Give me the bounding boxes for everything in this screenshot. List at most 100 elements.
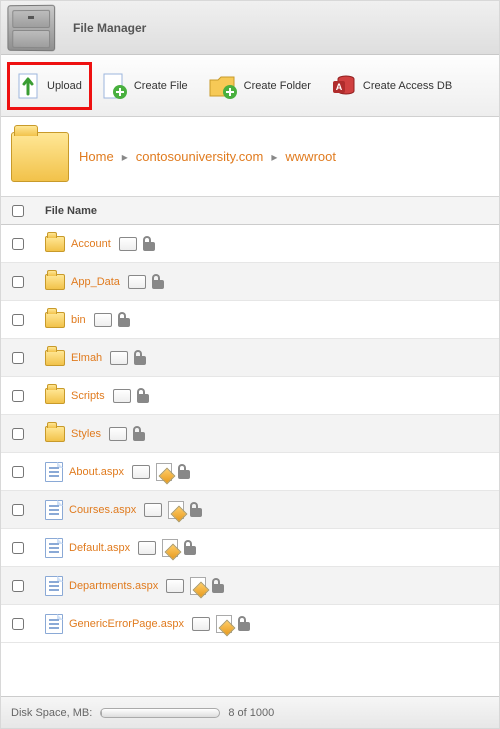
breadcrumb-wwwroot[interactable]: wwwroot bbox=[285, 149, 336, 164]
row-actions bbox=[128, 275, 164, 289]
lock-icon[interactable] bbox=[143, 237, 155, 251]
file-name-link[interactable]: Default.aspx bbox=[69, 542, 130, 554]
file-name-link[interactable]: App_Data bbox=[71, 276, 120, 288]
lock-icon[interactable] bbox=[178, 465, 190, 479]
row-filename-cell: Account bbox=[35, 236, 499, 252]
breadcrumb-row: Home ▸ contosouniversity.com ▸ wwwroot bbox=[1, 117, 499, 197]
folder-icon bbox=[45, 274, 65, 290]
file-name-link[interactable]: Scripts bbox=[71, 390, 105, 402]
breadcrumb-home[interactable]: Home bbox=[79, 149, 114, 164]
row-checkbox-cell bbox=[1, 390, 35, 402]
row-checkbox[interactable] bbox=[12, 504, 24, 516]
edit-icon[interactable] bbox=[168, 501, 184, 519]
rename-icon[interactable] bbox=[166, 579, 184, 593]
row-actions bbox=[119, 237, 155, 251]
row-filename-cell: App_Data bbox=[35, 274, 499, 290]
row-filename-cell: About.aspx bbox=[35, 462, 499, 482]
file-name-link[interactable]: Courses.aspx bbox=[69, 504, 136, 516]
row-checkbox[interactable] bbox=[12, 428, 24, 440]
row-checkbox[interactable] bbox=[12, 238, 24, 250]
select-all-checkbox[interactable] bbox=[12, 205, 24, 217]
lock-icon[interactable] bbox=[190, 503, 202, 517]
row-checkbox[interactable] bbox=[12, 276, 24, 288]
lock-icon[interactable] bbox=[137, 389, 149, 403]
edit-icon[interactable] bbox=[216, 615, 232, 633]
status-bar: Disk Space, MB: 8 of 1000 bbox=[1, 696, 499, 728]
table-row: Elmah bbox=[1, 339, 499, 377]
row-checkbox[interactable] bbox=[12, 580, 24, 592]
row-checkbox[interactable] bbox=[12, 352, 24, 364]
lock-icon[interactable] bbox=[152, 275, 164, 289]
lock-icon[interactable] bbox=[212, 579, 224, 593]
edit-icon[interactable] bbox=[162, 539, 178, 557]
column-header-filename[interactable]: File Name bbox=[35, 205, 499, 217]
lock-icon[interactable] bbox=[238, 617, 250, 631]
lock-icon[interactable] bbox=[118, 313, 130, 327]
window-title: File Manager bbox=[73, 21, 146, 35]
rename-icon[interactable] bbox=[109, 427, 127, 441]
folder-open-icon bbox=[11, 132, 69, 182]
create-access-db-button[interactable]: A Create Access DB bbox=[321, 62, 462, 110]
row-filename-cell: Elmah bbox=[35, 350, 499, 366]
breadcrumb: Home ▸ contosouniversity.com ▸ wwwroot bbox=[79, 149, 336, 164]
file-name-link[interactable]: About.aspx bbox=[69, 466, 124, 478]
file-name-link[interactable]: Elmah bbox=[71, 352, 102, 364]
row-checkbox-cell bbox=[1, 504, 35, 516]
row-filename-cell: bin bbox=[35, 312, 499, 328]
file-list: Account App_Databin Elmah Scripts Styles Abou… bbox=[1, 225, 499, 696]
row-actions bbox=[192, 615, 250, 633]
file-icon bbox=[45, 462, 63, 482]
file-icon bbox=[45, 500, 63, 520]
row-actions bbox=[113, 389, 149, 403]
folder-icon bbox=[45, 312, 65, 328]
row-checkbox[interactable] bbox=[12, 542, 24, 554]
row-checkbox[interactable] bbox=[12, 466, 24, 478]
row-checkbox-cell bbox=[1, 428, 35, 440]
row-filename-cell: Courses.aspx bbox=[35, 500, 499, 520]
row-actions bbox=[110, 351, 146, 365]
rename-icon[interactable] bbox=[94, 313, 112, 327]
file-name-link[interactable]: GenericErrorPage.aspx bbox=[69, 618, 184, 630]
rename-icon[interactable] bbox=[132, 465, 150, 479]
folder-icon bbox=[45, 426, 65, 442]
row-checkbox-cell bbox=[1, 542, 35, 554]
rename-icon[interactable] bbox=[128, 275, 146, 289]
lock-icon[interactable] bbox=[184, 541, 196, 555]
file-name-link[interactable]: bin bbox=[71, 314, 86, 326]
table-row: App_Data bbox=[1, 263, 499, 301]
row-checkbox[interactable] bbox=[12, 314, 24, 326]
table-row: Styles bbox=[1, 415, 499, 453]
create-folder-button[interactable]: Create Folder bbox=[198, 62, 321, 110]
file-name-link[interactable]: Departments.aspx bbox=[69, 580, 158, 592]
file-name-link[interactable]: Account bbox=[71, 238, 111, 250]
table-row: GenericErrorPage.aspx bbox=[1, 605, 499, 643]
table-row: bin bbox=[1, 301, 499, 339]
lock-icon[interactable] bbox=[133, 427, 145, 441]
upload-button[interactable]: Upload bbox=[7, 62, 92, 110]
rename-icon[interactable] bbox=[144, 503, 162, 517]
row-checkbox-cell bbox=[1, 238, 35, 250]
row-checkbox[interactable] bbox=[12, 390, 24, 402]
rename-icon[interactable] bbox=[192, 617, 210, 631]
create-file-button[interactable]: Create File bbox=[92, 62, 198, 110]
file-name-link[interactable]: Styles bbox=[71, 428, 101, 440]
row-checkbox-cell bbox=[1, 580, 35, 592]
folder-icon bbox=[45, 350, 65, 366]
rename-icon[interactable] bbox=[110, 351, 128, 365]
lock-icon[interactable] bbox=[134, 351, 146, 365]
row-actions bbox=[138, 539, 196, 557]
create-folder-icon bbox=[208, 72, 238, 100]
breadcrumb-domain[interactable]: contosouniversity.com bbox=[136, 149, 264, 164]
rename-icon[interactable] bbox=[119, 237, 137, 251]
table-row: Courses.aspx bbox=[1, 491, 499, 529]
row-filename-cell: Departments.aspx bbox=[35, 576, 499, 596]
row-checkbox[interactable] bbox=[12, 618, 24, 630]
create-access-db-label: Create Access DB bbox=[363, 80, 452, 92]
row-actions bbox=[144, 501, 202, 519]
edit-icon[interactable] bbox=[156, 463, 172, 481]
chevron-right-icon: ▸ bbox=[271, 150, 277, 164]
edit-icon[interactable] bbox=[190, 577, 206, 595]
rename-icon[interactable] bbox=[138, 541, 156, 555]
row-checkbox-cell bbox=[1, 314, 35, 326]
rename-icon[interactable] bbox=[113, 389, 131, 403]
